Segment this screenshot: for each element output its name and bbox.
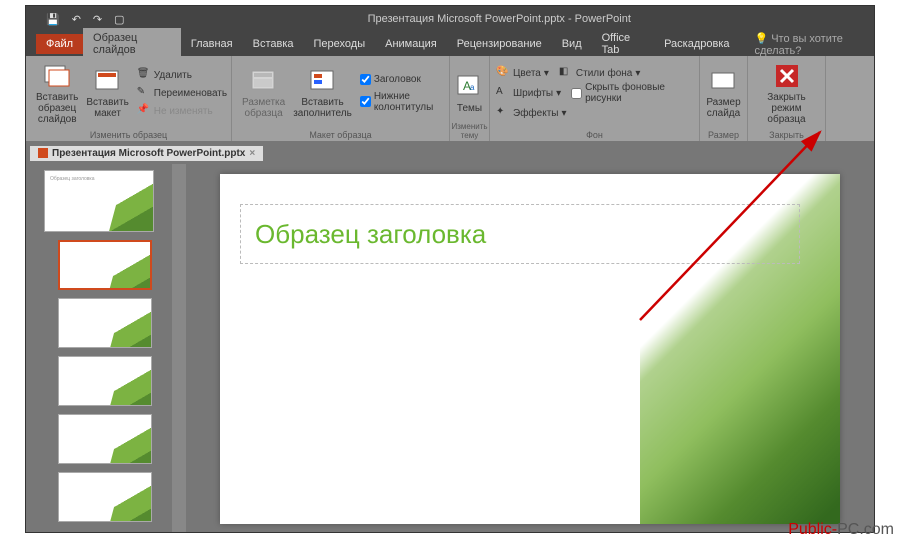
group-background: 🎨Цвета ▾ ◧Стили фона ▾ AШрифты ▾ Скрыть … — [490, 56, 700, 141]
tab-file[interactable]: Файл — [36, 34, 83, 54]
preserve-icon: 📌 — [137, 104, 151, 118]
checkbox-hide-bg[interactable]: Скрыть фоновые рисунки — [571, 82, 693, 104]
quick-access-toolbar: 💾 ↶ ↷ ▢ — [26, 13, 125, 26]
layout-thumbnail-4[interactable] — [58, 414, 152, 464]
tab-storyboard[interactable]: Раскадровка — [654, 34, 739, 54]
group-label-size: Размер — [700, 130, 747, 140]
slide-master-icon — [43, 62, 71, 90]
ribbon: Вставить образец слайдов Вставить макет … — [26, 56, 874, 142]
tab-animation[interactable]: Анимация — [375, 34, 447, 54]
layout-thumbnail-2[interactable] — [58, 298, 152, 348]
fonts-button[interactable]: AШрифты ▾ — [496, 82, 561, 104]
title-placeholder[interactable]: Образец заголовка — [240, 204, 800, 264]
tell-me[interactable]: 💡Что вы хотите сделать? — [740, 32, 875, 57]
rename-button[interactable]: ✎Переименовать — [137, 86, 227, 100]
colors-button[interactable]: 🎨Цвета ▾ — [496, 66, 549, 80]
checkbox-footers[interactable]: Нижние колонтитулы — [360, 91, 443, 113]
bg-styles-icon: ◧ — [559, 66, 573, 80]
slide: Образец заголовка — [220, 174, 840, 524]
master-layout-button[interactable]: Разметка образца — [238, 59, 289, 127]
tab-view[interactable]: Вид — [552, 34, 592, 54]
ribbon-tabs: Файл Образец слайдов Главная Вставка Пер… — [26, 32, 874, 56]
window-title: Презентация Microsoft PowerPoint.pptx - … — [125, 13, 874, 25]
bulb-icon: 💡 — [755, 33, 769, 45]
size-icon — [710, 67, 738, 95]
rename-icon: ✎ — [137, 86, 151, 100]
preserve-button[interactable]: 📌Не изменять — [137, 104, 227, 118]
tab-insert[interactable]: Вставка — [243, 34, 304, 54]
effects-icon: ✦ — [496, 106, 510, 120]
group-label-layout: Макет образца — [232, 130, 449, 140]
close-icon — [773, 62, 801, 90]
tab-review[interactable]: Рецензирование — [447, 34, 552, 54]
insert-layout-button[interactable]: Вставить макет — [82, 59, 132, 127]
master-thumbnail[interactable]: Образец заголовка — [44, 170, 154, 232]
delete-button[interactable]: 🗑Удалить — [137, 68, 227, 82]
close-master-view-button[interactable]: Закрыть режим образца — [754, 59, 819, 127]
slide-size-button[interactable]: Размер слайда — [706, 59, 741, 127]
app-window: 💾 ↶ ↷ ▢ Презентация Microsoft PowerPoint… — [25, 5, 875, 533]
insert-slide-master-button[interactable]: Вставить образец слайдов — [32, 59, 82, 127]
group-close: Закрыть режим образца Закрыть — [748, 56, 826, 141]
themes-button[interactable]: Aa Темы — [456, 59, 483, 127]
layout-thumbnail-1[interactable] — [58, 240, 152, 290]
start-slideshow-icon[interactable]: ▢ — [114, 13, 124, 26]
insert-placeholder-button[interactable]: Вставить заполнитель — [289, 59, 356, 127]
effects-button[interactable]: ✦Эффекты ▾ — [496, 106, 693, 120]
fonts-icon: A — [496, 86, 510, 100]
tab-home[interactable]: Главная — [181, 34, 243, 54]
group-theme: Aa Темы Изменить тему — [450, 56, 490, 141]
watermark: Public-PC.com — [788, 521, 894, 539]
close-tab-icon[interactable]: × — [249, 148, 255, 159]
document-tab[interactable]: Презентация Microsoft PowerPoint.pptx × — [30, 146, 263, 161]
pptx-icon — [38, 148, 48, 158]
colors-icon: 🎨 — [496, 66, 510, 80]
redo-icon[interactable]: ↷ — [93, 13, 102, 26]
title-text: Образец заголовка — [255, 219, 486, 250]
layout-thumbnail-3[interactable] — [58, 356, 152, 406]
undo-icon[interactable]: ↶ — [72, 13, 81, 26]
slide-canvas[interactable]: Образец заголовка — [186, 164, 874, 533]
delete-icon: 🗑 — [137, 68, 151, 82]
group-size: Размер слайда Размер — [700, 56, 748, 141]
group-label-edit: Изменить образец — [26, 130, 231, 140]
layout-thumbnail-5[interactable] — [58, 472, 152, 522]
document-tab-bar: Презентация Microsoft PowerPoint.pptx × — [26, 142, 874, 164]
themes-icon: Aa — [456, 73, 484, 101]
checkbox-title[interactable]: Заголовок — [360, 74, 443, 85]
group-master-layout: Разметка образца Вставить заполнитель За… — [232, 56, 450, 141]
svg-text:a: a — [470, 83, 475, 92]
master-layout-icon — [250, 67, 278, 95]
group-label-bg: Фон — [490, 130, 699, 140]
group-label-close: Закрыть — [748, 130, 825, 140]
bg-styles-button[interactable]: ◧Стили фона ▾ — [559, 66, 641, 80]
tab-transitions[interactable]: Переходы — [304, 34, 376, 54]
save-icon[interactable]: 💾 — [46, 13, 60, 26]
placeholder-icon — [309, 67, 337, 95]
thumbnail-scrollbar[interactable] — [172, 164, 186, 533]
layout-icon — [94, 67, 122, 95]
thumbnail-pane[interactable]: Образец заголовка — [26, 164, 172, 533]
group-label-theme: Изменить тему — [450, 122, 489, 140]
group-edit-master: Вставить образец слайдов Вставить макет … — [26, 56, 232, 141]
workspace: Образец заголовка Образец заголовка — [26, 164, 874, 533]
